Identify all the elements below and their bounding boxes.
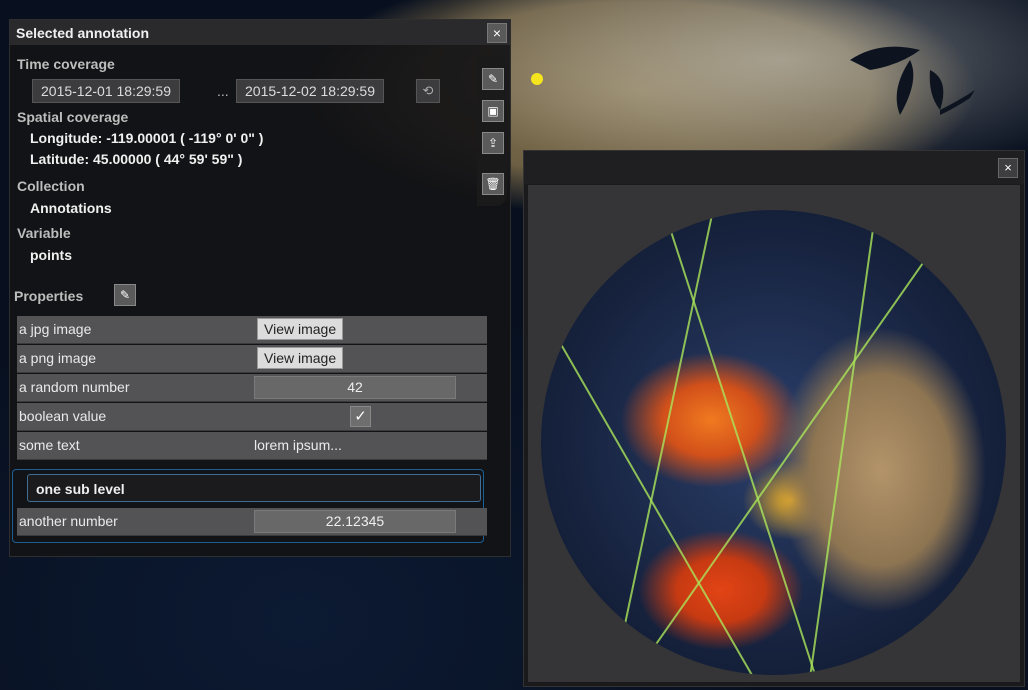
satellite-track [541, 224, 753, 675]
random-number-field[interactable]: 42 [254, 376, 456, 399]
time-start-field[interactable]: 2015-12-01 18:29:59 [32, 79, 180, 103]
panel-header: Selected annotation × [10, 20, 510, 45]
export-icon[interactable]: ⇪ [482, 132, 504, 154]
property-row: another number 22.12345 [17, 508, 487, 536]
latitude-value: Latitude: 45.00000 ( 44° 59' 59" ) [30, 151, 243, 167]
property-name: a random number [19, 379, 130, 395]
globe-canvas[interactable] [528, 185, 1020, 682]
view-image-button[interactable]: View image [257, 318, 344, 340]
property-row: a jpg image View image [17, 316, 487, 344]
property-name: a png image [19, 350, 97, 366]
satellite-track [606, 210, 718, 675]
longitude-value: Longitude: -119.00001 ( -119° 0' 0" ) [30, 130, 264, 146]
satellite-track [660, 210, 824, 675]
collection-label: Collection [17, 178, 85, 194]
refresh-icon[interactable]: ⟲ [416, 79, 440, 103]
spatial-coverage-label: Spatial coverage [17, 109, 129, 125]
variable-value: points [30, 247, 72, 263]
boolean-checkbox[interactable]: ✓ [350, 406, 371, 427]
great-lakes [850, 46, 975, 115]
property-name: another number [19, 513, 118, 529]
panel-title: Selected annotation [16, 24, 150, 41]
pencil-icon[interactable]: ✎ [482, 68, 504, 90]
annotation-toolbar: ✎ ▣ ⇪ 🗑 [477, 56, 507, 206]
some-text-value[interactable]: lorem ipsum... [254, 437, 342, 453]
time-coverage-label: Time coverage [17, 56, 115, 72]
time-separator: ... [217, 83, 229, 99]
property-row: a png image View image [17, 345, 487, 373]
time-end-field[interactable]: 2015-12-02 18:29:59 [236, 79, 384, 103]
property-row: a random number 42 [17, 374, 487, 402]
view-image-button[interactable]: View image [257, 347, 344, 369]
property-row: some text lorem ipsum... [17, 432, 487, 460]
globe[interactable] [541, 210, 1006, 675]
annotation-marker[interactable] [531, 73, 543, 85]
property-name: some text [19, 437, 80, 453]
satellite-track [642, 236, 942, 664]
properties-label: Properties [14, 288, 84, 304]
property-name: boolean value [19, 408, 107, 424]
globe-window: × [523, 150, 1025, 687]
close-icon[interactable]: × [487, 22, 507, 43]
annotation-panel: Selected annotation × Time coverage 2015… [9, 19, 511, 557]
collection-value: Annotations [30, 200, 112, 216]
close-icon[interactable]: × [998, 158, 1018, 178]
another-number-field[interactable]: 22.12345 [254, 510, 456, 533]
sub-level-header[interactable]: one sub level [27, 474, 481, 502]
property-row: boolean value ✓ [17, 403, 487, 431]
save-icon[interactable]: ▣ [482, 100, 504, 122]
variable-label: Variable [17, 225, 71, 241]
property-name: a jpg image [19, 321, 92, 337]
satellite-track [804, 210, 880, 675]
globe-window-header: × [524, 151, 1024, 184]
trash-icon[interactable]: 🗑 [482, 173, 504, 195]
edit-properties-icon[interactable]: ✎ [114, 284, 136, 306]
